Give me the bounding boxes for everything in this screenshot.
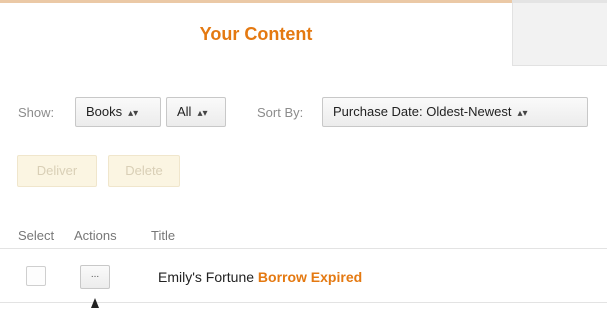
show-label: Show: [18,105,55,120]
column-header-select: Select [18,228,55,243]
content-scope-dropdown[interactable]: All ▴▾ [166,97,226,127]
delete-button[interactable]: Delete [108,155,180,187]
divider [0,248,607,249]
updown-caret-icon: ▴▾ [128,108,139,119]
column-header-actions: Actions [74,228,117,243]
tab-your-content-label: Your Content [199,24,313,44]
tab-other[interactable] [512,0,607,66]
content-manager: Your Content Show: Books ▴▾ All ▴▾ Sort By… [0,0,607,310]
book-title[interactable]: Emily's Fortune [158,269,254,285]
sort-by-label: Sort By: [257,105,304,120]
content-scope-value: All [177,104,192,119]
column-header-title: Title [151,228,176,243]
updown-caret-icon: ▴▾ [197,108,208,119]
mouse-pointer-icon [91,298,99,308]
updown-caret-icon: ▴▾ [517,108,528,119]
content-type-dropdown[interactable]: Books ▴▾ [75,97,161,127]
book-title-cell: Emily's Fortune Borrow Expired [158,269,362,285]
sort-by-dropdown[interactable]: Purchase Date: Oldest-Newest ▴▾ [322,97,588,127]
deliver-button[interactable]: Deliver [17,155,97,187]
sort-by-value: Purchase Date: Oldest-Newest [333,104,512,119]
content-type-value: Books [86,104,123,119]
row-select-checkbox[interactable] [26,266,46,286]
borrow-status-badge: Borrow Expired [257,269,363,285]
tab-your-content[interactable]: Your Content [0,0,512,66]
row-actions-button[interactable]: ... [80,265,110,289]
